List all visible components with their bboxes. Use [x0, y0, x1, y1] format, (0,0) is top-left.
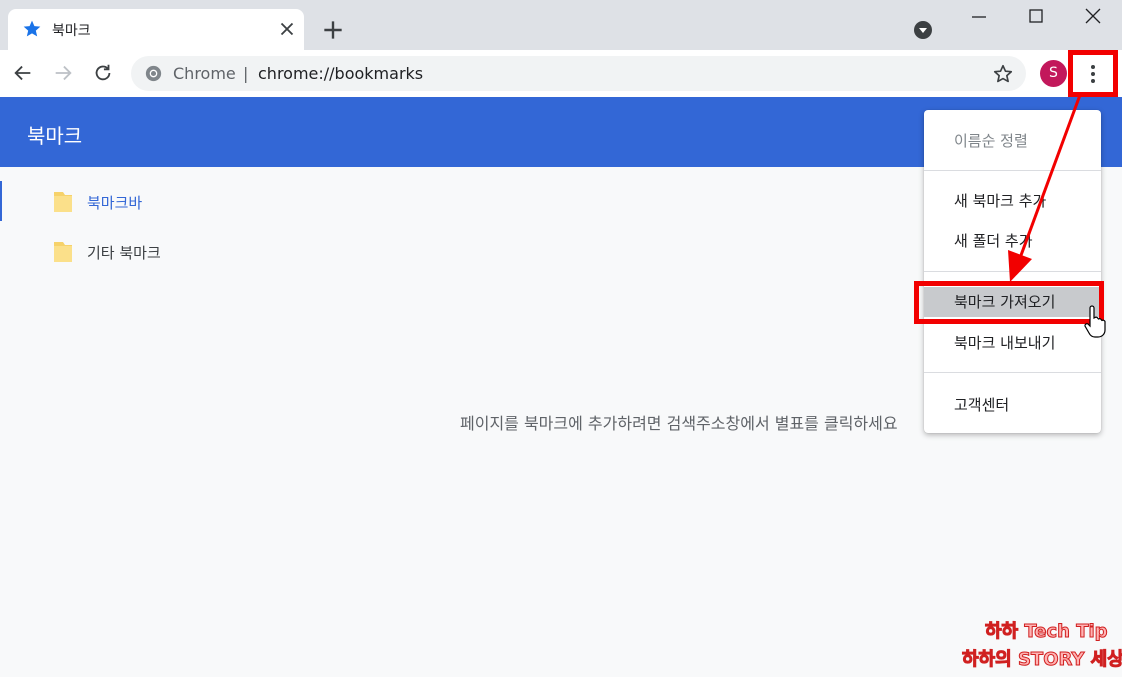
folder-icon	[54, 242, 72, 262]
hand-cursor-icon	[1084, 305, 1106, 338]
avatar[interactable]: S	[1040, 60, 1067, 87]
back-arrow-icon[interactable]	[12, 62, 34, 84]
sidebar-item-label: 북마크바	[87, 194, 143, 212]
forward-arrow-icon[interactable]	[52, 62, 74, 84]
menu-divider	[924, 170, 1101, 171]
folder-icon	[54, 192, 72, 212]
empty-state-message: 페이지를 북마크에 추가하려면 검색주소창에서 별표를 클릭하세요	[460, 414, 898, 433]
sidebar-item-bookmarks-bar[interactable]: 북마크바	[53, 187, 293, 217]
tab-strip: 북마크	[0, 0, 1122, 50]
new-tab-button[interactable]	[320, 17, 346, 43]
star-icon	[23, 20, 41, 37]
omnibox-scheme-label: Chrome	[173, 64, 236, 83]
tab-title: 북마크	[52, 23, 91, 39]
watermark-line2: 하하의 STORY 세상	[962, 649, 1122, 671]
menu-item-add-folder[interactable]: 새 폴더 추가	[954, 230, 1033, 251]
menu-divider	[924, 271, 1101, 272]
sidebar-item-other-bookmarks[interactable]: 기타 북마크	[53, 237, 293, 267]
menu-item-add-bookmark[interactable]: 새 북마크 추가	[954, 190, 1046, 211]
menu-item-help-center[interactable]: 고객센터	[954, 394, 1009, 415]
selected-indicator	[0, 181, 2, 221]
window-close-button[interactable]	[1081, 6, 1105, 28]
chrome-logo-icon	[145, 65, 162, 82]
tab-search-icon[interactable]	[913, 20, 933, 40]
page-title: 북마크	[27, 124, 83, 148]
omnibox-url: chrome://bookmarks	[258, 64, 424, 83]
address-bar[interactable]: Chrome | chrome://bookmarks	[131, 56, 1026, 91]
menu-item-sort-by-name[interactable]: 이름순 정렬	[954, 130, 1028, 151]
bookmark-star-icon[interactable]	[992, 63, 1014, 85]
menu-item-export-bookmarks[interactable]: 북마크 내보내기	[954, 332, 1055, 353]
menu-divider	[924, 372, 1101, 373]
watermark-line1: 하하 Tech Tip	[985, 621, 1109, 643]
toolbar: Chrome | chrome://bookmarks S	[0, 50, 1122, 97]
import-item-highlight	[914, 281, 1104, 324]
maximize-button[interactable]	[1024, 6, 1048, 28]
sidebar-item-label: 기타 북마크	[87, 244, 161, 262]
reload-icon[interactable]	[92, 62, 114, 84]
close-icon[interactable]	[276, 18, 298, 40]
omnibox-separator: |	[243, 64, 249, 83]
tab-bookmarks[interactable]: 북마크	[8, 9, 304, 50]
minimize-button[interactable]	[967, 6, 991, 28]
more-vert-icon[interactable]	[1082, 61, 1104, 87]
bookmarks-menu: 이름순 정렬 새 북마크 추가 새 폴더 추가 북마크 가져오기 북마크 내보내…	[924, 110, 1101, 433]
